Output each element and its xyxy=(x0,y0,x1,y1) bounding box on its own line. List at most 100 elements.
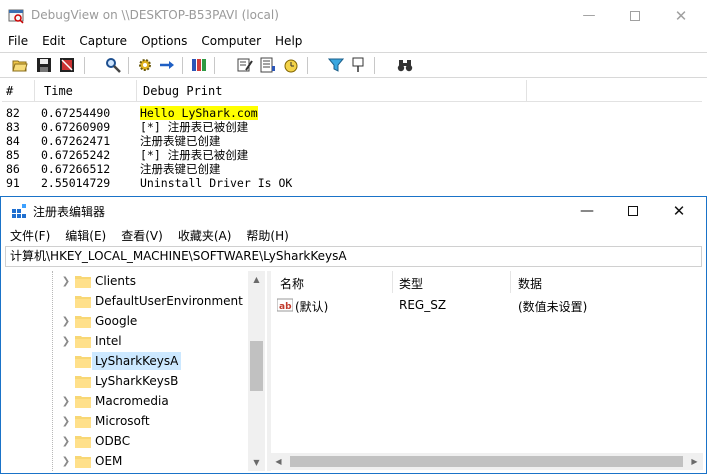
history-depth-button[interactable] xyxy=(190,56,208,74)
tree-item-label: ODBC xyxy=(95,434,131,448)
debugview-window: DebugView on \\DESKTOP-B53PAVI (local) —… xyxy=(0,0,707,197)
scroll-up-icon[interactable]: ▲ xyxy=(248,271,265,288)
minimize-button[interactable]: — xyxy=(566,0,612,31)
values-horizontal-scrollbar[interactable]: ◀ ▶ xyxy=(270,453,703,470)
string-value-icon: ab xyxy=(277,298,293,312)
log-row[interactable]: 84 0.67262471 注册表键已创建 xyxy=(0,134,707,148)
save-button[interactable] xyxy=(35,56,53,74)
tree-vertical-scrollbar[interactable]: ▲ ▼ xyxy=(248,271,265,471)
highlight-filter-button[interactable] xyxy=(327,56,345,74)
debugview-log-list[interactable]: 82 0.67254490 Hello LyShark.com 83 0.672… xyxy=(0,106,707,190)
scroll-down-icon[interactable]: ▼ xyxy=(248,454,265,471)
tree-item-selected[interactable]: LySharkKeysA xyxy=(5,351,250,371)
menu-help[interactable]: Help xyxy=(267,34,308,48)
open-button[interactable] xyxy=(11,56,29,74)
menu-computer[interactable]: Computer xyxy=(193,34,267,48)
menu-options[interactable]: Options xyxy=(133,34,193,48)
log-row[interactable]: 86 0.67266512 注册表键已创建 xyxy=(0,162,707,176)
tree-item-label: LySharkKeysB xyxy=(95,374,179,388)
tree-item[interactable]: ❯ Intel xyxy=(5,331,250,351)
log-number: 82 xyxy=(6,106,20,120)
registry-values-list[interactable]: 名称 类型 数据 ab (默认) REG_SZ (数值未设置) xyxy=(271,271,704,471)
chevron-right-icon[interactable]: ❯ xyxy=(61,311,71,331)
regedit-minimize-button[interactable]: — xyxy=(564,197,610,224)
tree-item[interactable]: ❯ Clients xyxy=(5,271,250,291)
find-button[interactable] xyxy=(104,56,122,74)
toolbar-separator xyxy=(128,57,129,74)
menu-edit[interactable]: 编辑(E) xyxy=(56,227,112,244)
tree-item[interactable]: ❯ OEM xyxy=(5,451,250,471)
pin-icon xyxy=(352,57,364,72)
pin-button[interactable] xyxy=(349,56,367,74)
tree-item[interactable]: ❯ Microsoft xyxy=(5,411,250,431)
tree-item[interactable]: DefaultUserEnvironment xyxy=(5,291,250,311)
menu-edit[interactable]: Edit xyxy=(34,34,71,48)
chevron-right-icon[interactable]: ❯ xyxy=(61,411,71,431)
close-button[interactable]: ✕ xyxy=(658,0,704,31)
log-number: 85 xyxy=(6,148,20,162)
toolbar-separator xyxy=(84,57,85,74)
chevron-right-icon[interactable]: ❯ xyxy=(61,331,71,351)
close-icon: ✕ xyxy=(674,6,688,25)
column-type[interactable]: 类型 xyxy=(399,275,423,292)
close-icon: ✕ xyxy=(672,201,686,220)
chevron-right-icon[interactable]: ❯ xyxy=(61,391,71,411)
scrollbar-thumb[interactable] xyxy=(290,456,683,467)
column-number[interactable]: # xyxy=(6,84,13,98)
debugview-menubar: File Edit Capture Options Computer Help xyxy=(0,31,707,51)
menu-file[interactable]: 文件(F) xyxy=(1,227,56,244)
column-time[interactable]: Time xyxy=(44,84,73,98)
scroll-right-icon[interactable]: ▶ xyxy=(686,453,703,470)
log-time: 0.67266512 xyxy=(41,162,111,176)
tree-item[interactable]: ❯ ODBC xyxy=(5,431,250,451)
chevron-right-icon[interactable]: ❯ xyxy=(61,271,71,291)
tree-item[interactable]: ❯ Google xyxy=(5,311,250,331)
regedit-titlebar[interactable]: 注册表编辑器 — ✕ xyxy=(1,197,706,224)
menu-favorites[interactable]: 收藏夹(A) xyxy=(169,227,238,244)
registry-value-row[interactable]: ab (默认) REG_SZ (数值未设置) xyxy=(271,297,704,315)
log-row[interactable]: 82 0.67254490 Hello LyShark.com xyxy=(0,106,707,120)
clock-button[interactable] xyxy=(282,56,300,74)
clear-icon xyxy=(60,58,74,72)
tree-item-label: DefaultUserEnvironment xyxy=(95,294,243,308)
column-divider[interactable] xyxy=(526,80,527,102)
minimize-icon: — xyxy=(582,8,596,23)
log-file-button[interactable] xyxy=(259,56,277,74)
column-divider[interactable] xyxy=(136,80,137,102)
log-row[interactable]: 83 0.67260909 [*] 注册表已被创建 xyxy=(0,120,707,134)
regedit-window: 注册表编辑器 — ✕ 文件(F) 编辑(E) 查看(V) 收藏夹(A) 帮助(H… xyxy=(0,196,707,474)
column-divider[interactable] xyxy=(392,271,393,293)
maximize-button[interactable] xyxy=(612,0,658,31)
capture-button[interactable] xyxy=(136,56,154,74)
address-bar[interactable]: 计算机\HKEY_LOCAL_MACHINE\SOFTWARE\LySharkK… xyxy=(5,246,702,267)
tree-item[interactable]: ❯ Macromedia xyxy=(5,391,250,411)
filter-edit-button[interactable] xyxy=(236,56,254,74)
column-divider[interactable] xyxy=(34,80,35,102)
tree-item-label: Google xyxy=(95,314,138,328)
regedit-maximize-button[interactable] xyxy=(610,197,656,224)
column-debug-print[interactable]: Debug Print xyxy=(143,84,222,98)
chevron-right-icon[interactable]: ❯ xyxy=(61,451,71,471)
log-row[interactable]: 85 0.67265242 [*] 注册表已被创建 xyxy=(0,148,707,162)
folder-icon xyxy=(75,456,91,468)
column-divider[interactable] xyxy=(510,271,511,293)
menu-view[interactable]: 查看(V) xyxy=(112,227,169,244)
menu-help[interactable]: 帮助(H) xyxy=(237,227,294,244)
regedit-close-button[interactable]: ✕ xyxy=(656,197,702,224)
menu-file[interactable]: File xyxy=(0,34,34,48)
scrollbar-thumb[interactable] xyxy=(250,341,263,391)
clear-button[interactable] xyxy=(58,56,76,74)
search-binoculars-button[interactable] xyxy=(396,56,414,74)
menu-capture[interactable]: Capture xyxy=(71,34,133,48)
tree-item-label: Intel xyxy=(95,334,122,348)
registry-key-tree[interactable]: ❯ Clients DefaultUserEnvironment ❯ Googl… xyxy=(5,271,266,471)
autoscroll-button[interactable] xyxy=(158,56,176,74)
scroll-left-icon[interactable]: ◀ xyxy=(270,453,287,470)
column-data[interactable]: 数据 xyxy=(518,275,542,292)
tree-item[interactable]: LySharkKeysB xyxy=(5,371,250,391)
debugview-titlebar[interactable]: DebugView on \\DESKTOP-B53PAVI (local) —… xyxy=(0,0,707,31)
column-name[interactable]: 名称 xyxy=(280,275,304,292)
log-row[interactable]: 91 2.55014729 Uninstall Driver Is OK xyxy=(0,176,707,190)
toolbar-separator xyxy=(182,57,183,74)
chevron-right-icon[interactable]: ❯ xyxy=(61,431,71,451)
